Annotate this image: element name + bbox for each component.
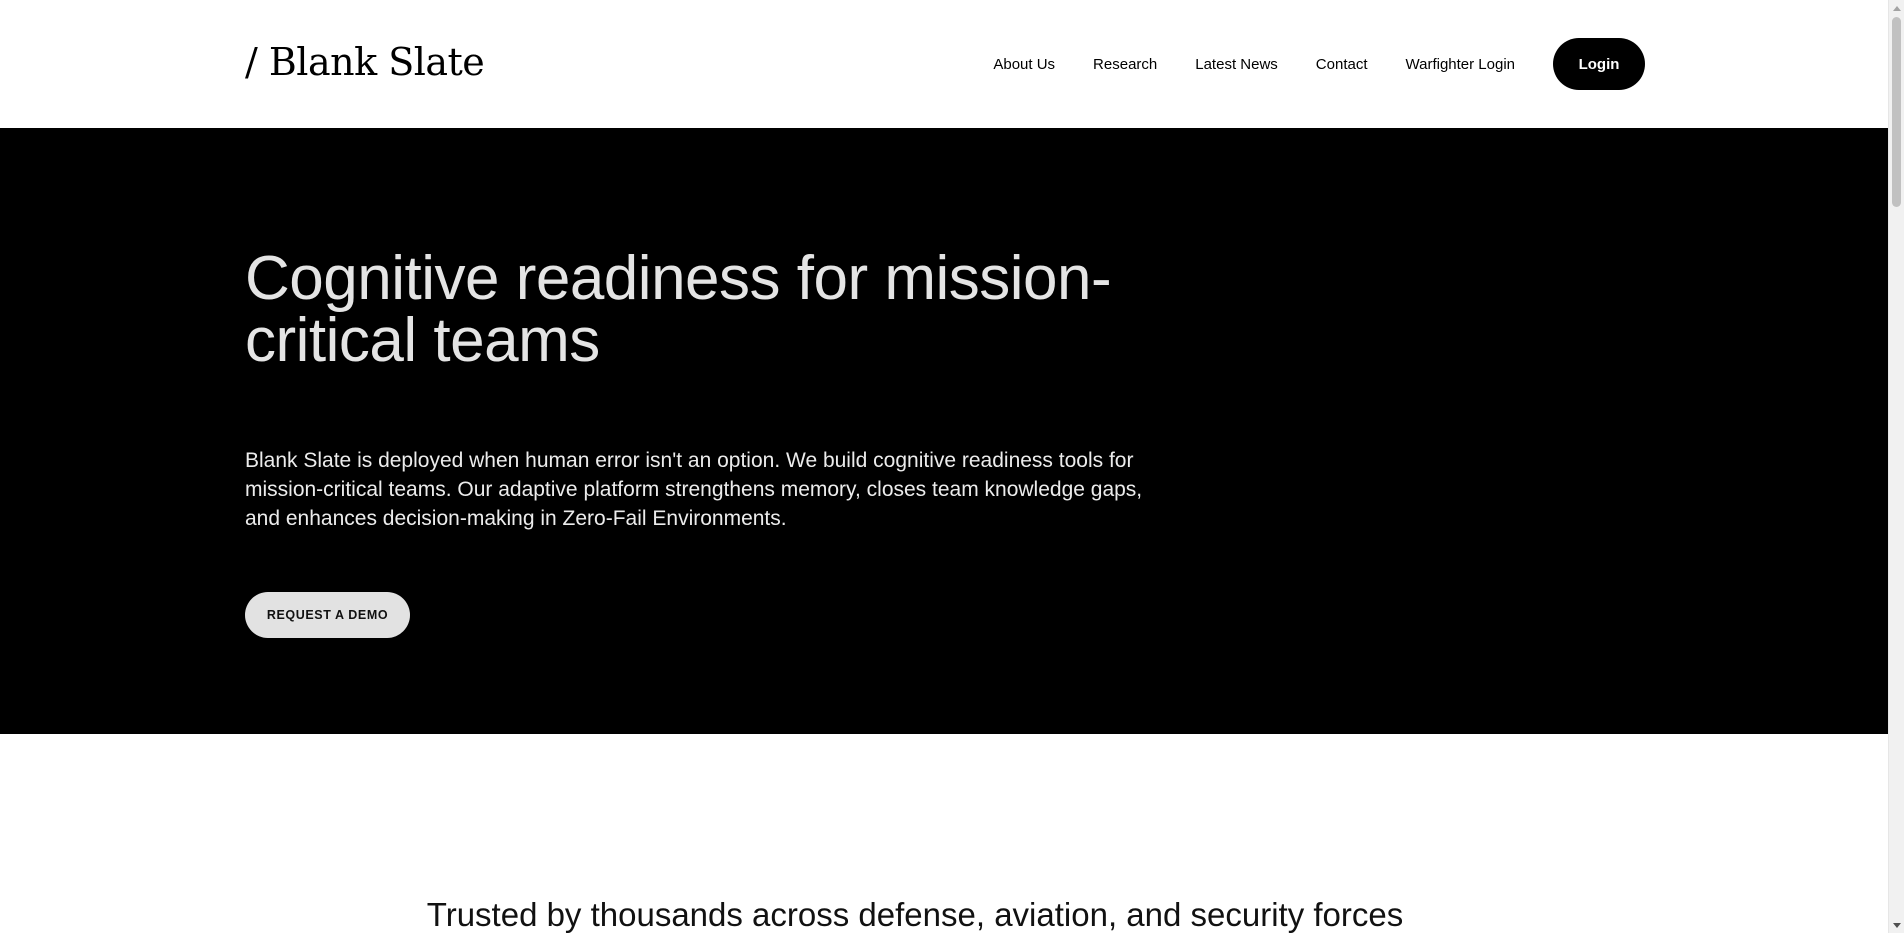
trusted-heading: Trusted by thousands across defense, avi… bbox=[426, 896, 1404, 933]
main-nav: About Us Research Latest News Contact Wa… bbox=[993, 38, 1645, 90]
scroll-up-arrow-icon[interactable] bbox=[1889, 0, 1904, 16]
login-button[interactable]: Login bbox=[1553, 38, 1645, 90]
scroll-down-arrow-icon[interactable] bbox=[1889, 917, 1904, 933]
hero-title: Cognitive readiness for mission-critical… bbox=[245, 244, 1112, 375]
hero-description: Blank Slate is deployed when human error… bbox=[245, 449, 1143, 530]
hero-section: Cognitive readiness for mission-critical… bbox=[0, 128, 1888, 734]
logo[interactable]: / Blank Slate bbox=[245, 40, 485, 84]
nav-link-latest-news[interactable]: Latest News bbox=[1195, 56, 1278, 73]
site-header: / Blank Slate About Us Research Latest N… bbox=[0, 0, 1888, 128]
nav-link-contact[interactable]: Contact bbox=[1316, 56, 1368, 73]
nav-link-about-us[interactable]: About Us bbox=[993, 56, 1055, 73]
nav-link-warfighter-login[interactable]: Warfighter Login bbox=[1406, 56, 1516, 73]
nav-link-research[interactable]: Research bbox=[1093, 56, 1157, 73]
scroll-thumb[interactable] bbox=[1892, 17, 1901, 207]
page: / Blank Slate About Us Research Latest N… bbox=[0, 0, 1904, 933]
request-demo-button[interactable]: REQUEST A DEMO bbox=[245, 592, 410, 638]
trusted-section: Trusted by thousands across defense, avi… bbox=[0, 734, 1888, 933]
vertical-scrollbar[interactable] bbox=[1888, 0, 1904, 933]
